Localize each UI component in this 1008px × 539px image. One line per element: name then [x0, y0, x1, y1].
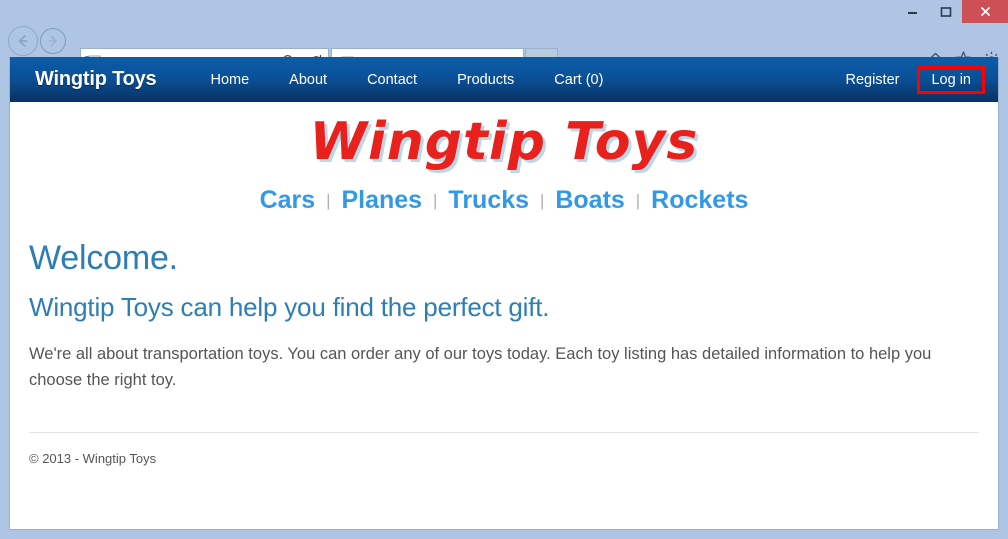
- category-link-rockets[interactable]: Rockets: [651, 186, 748, 214]
- back-button[interactable]: [8, 26, 38, 56]
- page-subtitle: Wingtip Toys can help you find the perfe…: [29, 292, 550, 323]
- nav-link-home[interactable]: Home: [190, 68, 269, 92]
- back-arrow-icon: [18, 35, 28, 47]
- category-separator: |: [539, 190, 545, 210]
- register-link[interactable]: Register: [831, 68, 913, 92]
- category-separator: |: [326, 190, 331, 210]
- category-link-cars[interactable]: Cars: [260, 186, 316, 214]
- maximize-icon: [940, 6, 951, 17]
- site-brand[interactable]: Wingtip Toys: [35, 68, 157, 91]
- nav-link-products[interactable]: Products: [437, 68, 534, 92]
- title-bar: [0, 0, 1008, 23]
- site-navbar: Wingtip Toys Home About Contact Products…: [10, 57, 998, 102]
- login-link[interactable]: Log in: [926, 71, 976, 89]
- category-link-boats[interactable]: Boats: [555, 186, 624, 214]
- close-icon: [980, 6, 990, 17]
- forward-arrow-icon: [48, 35, 57, 47]
- site-logo: Wingtip Toys: [309, 112, 699, 172]
- category-separator: |: [433, 190, 438, 210]
- footer-copyright: © 2013 - Wingtip Toys: [29, 450, 157, 466]
- category-link-trucks[interactable]: Trucks: [448, 186, 529, 214]
- close-window-button[interactable]: [962, 0, 1008, 23]
- nav-link-about[interactable]: About: [269, 68, 347, 92]
- category-link-planes[interactable]: Planes: [341, 186, 422, 214]
- nav-link-cart[interactable]: Cart (0): [534, 68, 623, 92]
- page-title: Welcome.: [29, 238, 178, 277]
- login-highlight-box: Log in: [917, 65, 985, 94]
- browser-navigation-row: http://localhost:24019/Default: [0, 23, 1008, 80]
- browser-window: http://localhost:24019/Default: [0, 0, 1008, 539]
- maximize-button[interactable]: [929, 0, 962, 23]
- site-nav-links: Home About Contact Products Cart (0): [190, 68, 623, 92]
- minimize-icon: [908, 12, 917, 14]
- page-content: Wingtip Toys Cars | Planes | Trucks | Bo…: [10, 102, 998, 466]
- nav-link-contact[interactable]: Contact: [347, 68, 437, 92]
- footer-divider: [29, 431, 979, 433]
- category-separator: |: [635, 190, 641, 210]
- page-viewport: Wingtip Toys Home About Contact Products…: [9, 57, 999, 530]
- page-body-text: We're all about transportation toys. You…: [29, 345, 932, 390]
- minimize-button[interactable]: [896, 0, 929, 23]
- category-links: Cars | Planes | Trucks | Boats | Rockets: [29, 186, 979, 215]
- site-nav-account-links: Register Log in: [831, 57, 985, 102]
- forward-button[interactable]: [40, 28, 66, 54]
- window-controls: [896, 0, 1008, 23]
